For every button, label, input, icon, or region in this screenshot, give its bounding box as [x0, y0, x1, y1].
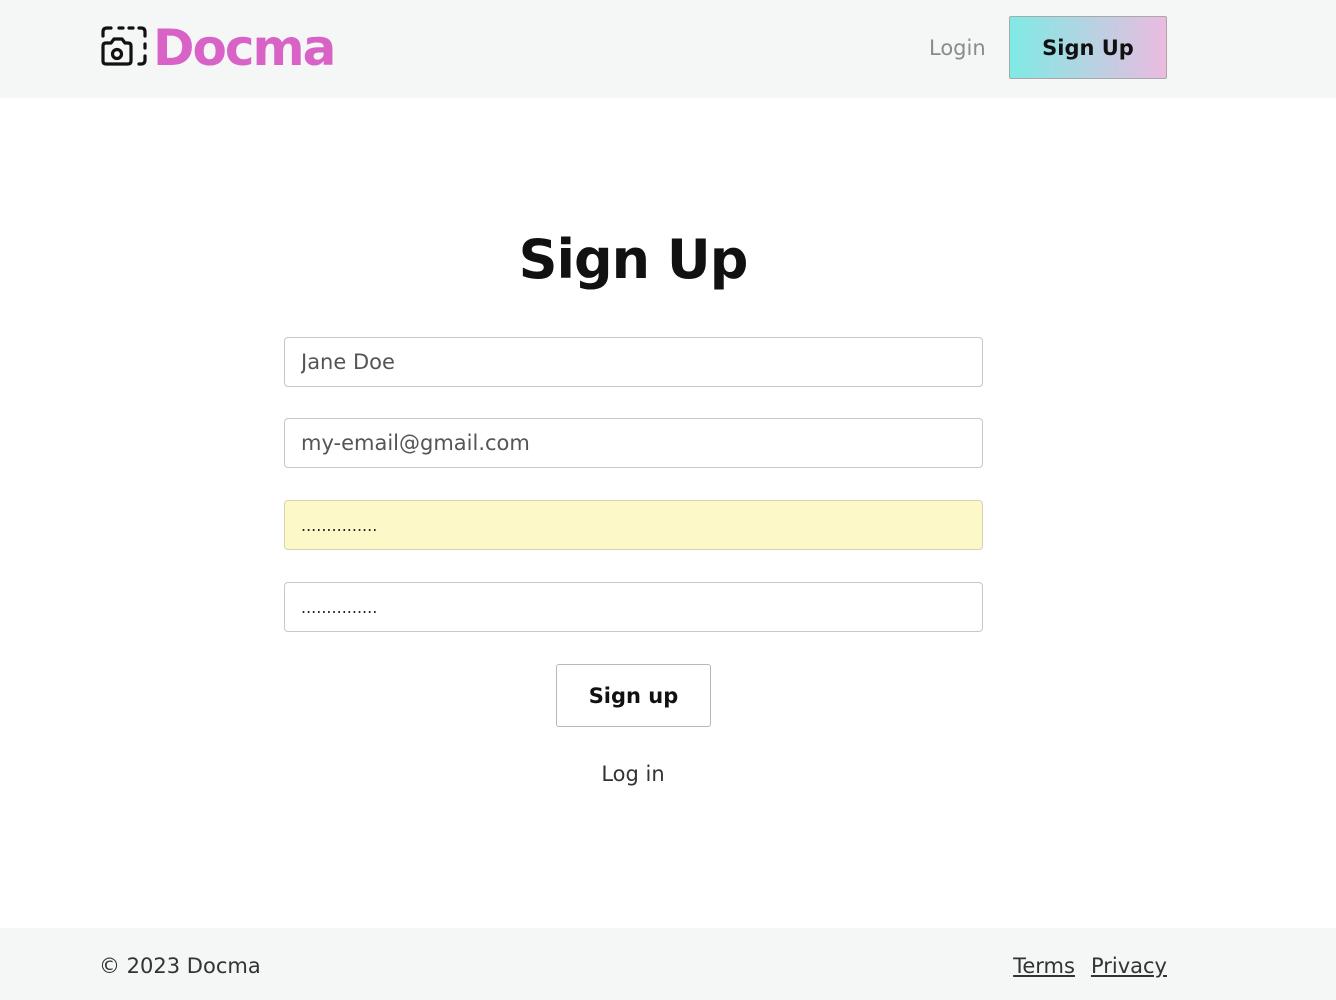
confirm-password-input[interactable] — [284, 582, 983, 632]
nav-signup-label: Sign Up — [1042, 35, 1134, 60]
footer-links: Terms Privacy — [1013, 952, 1167, 980]
email-input[interactable] — [284, 418, 983, 468]
signup-submit-button[interactable]: Sign up — [556, 664, 711, 727]
full-name-input[interactable] — [284, 337, 983, 387]
nav-login-link[interactable]: Login — [929, 34, 986, 62]
terms-link[interactable]: Terms — [1013, 952, 1075, 980]
page-title: Sign Up — [518, 228, 749, 291]
page-footer: © 2023 Docma Terms Privacy — [0, 928, 1336, 1000]
signup-page: Docma Login Sign Up Sign Up Sign up Log … — [0, 0, 1336, 1000]
login-link[interactable]: Log in — [0, 760, 1266, 788]
copyright-text: © 2023 Docma — [99, 954, 261, 978]
nav-signup-button[interactable]: Sign Up — [1009, 16, 1167, 79]
brand-name: Docma — [153, 19, 336, 77]
privacy-link[interactable]: Privacy — [1091, 952, 1167, 980]
password-input[interactable] — [284, 500, 983, 550]
top-header: Docma Login Sign Up — [0, 0, 1336, 98]
camera-frame-icon — [101, 26, 147, 66]
brand-logo-link[interactable]: Docma — [99, 19, 336, 77]
